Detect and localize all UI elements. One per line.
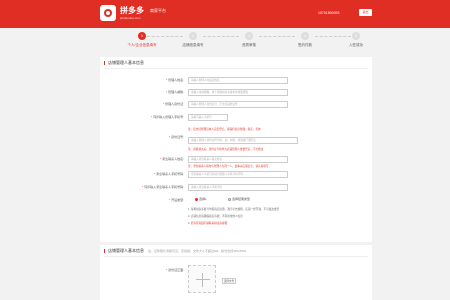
- logout-button[interactable]: 退出: [359, 9, 372, 16]
- emergency-name-input[interactable]: 请输入紧急联系人真实姓名: [188, 156, 288, 163]
- pinduoduo-logo-icon: [100, 5, 116, 21]
- warning-text: 注：仅支持管理员本人实名登记，请保持信息准确、真实，有效: [188, 128, 261, 131]
- notice-item: 3. 若有任何疑问请联系拼多多客服: [188, 222, 228, 225]
- manager-id-input[interactable]: 请输入管理人身份证号，不支持其他证件: [188, 101, 288, 108]
- step-number: 1: [138, 32, 146, 40]
- section-title: 店铺管理人基本信息: [104, 61, 144, 65]
- brand-domain: pinduoduo.com: [120, 16, 141, 20]
- platform-title: 商家平台: [150, 8, 166, 13]
- emergency-phone-label: *紧急联系人手机号码:: [153, 172, 184, 176]
- warning-text: 注：紧急联系人请勿与管理人为同一人，此事关店铺安全，请认真填写: [188, 165, 269, 168]
- emergency-phone-input[interactable]: 紧急联系人手机号码请与管理人手机号码不同: [188, 171, 288, 178]
- step-number: 2: [189, 32, 197, 40]
- mobile-label: *同步输入管理人手机号:: [150, 115, 184, 119]
- radio-dot-icon: [195, 197, 198, 201]
- step-5: 5 入驻成功: [326, 32, 386, 48]
- id-number-label: *管理人身份证:: [162, 102, 184, 106]
- divider: [104, 68, 368, 69]
- email-label: *管理人邮箱:: [165, 90, 184, 94]
- divider: [104, 256, 368, 257]
- step-3: 3 资质审核: [219, 32, 279, 48]
- step-label: 入驻成功: [349, 43, 363, 47]
- type-option-2[interactable]: 选择结果类型: [228, 197, 250, 202]
- step-number: 5: [352, 32, 360, 40]
- id-card-input[interactable]: 请输入管理人身份证件号码，如：护照、香港澳门通行证: [188, 137, 298, 144]
- radio-dot-icon: [228, 197, 231, 201]
- emergency-name-label: *紧急联系人姓名:: [159, 157, 184, 161]
- type-option-1[interactable]: 选择1: [195, 197, 207, 202]
- account-phone: 15701590093: [318, 11, 340, 15]
- section-title: 店铺管理人基本信息 注：证件照片清晰可见，无遮挡，文件大小不超过5M，格式支持JP…: [104, 249, 246, 253]
- section-note: 注：证件照片清晰可见，无遮挡，文件大小不超过5M，格式支持JPG/PNG: [148, 249, 247, 253]
- warning-text: 注：审核通过后，身份证号将作为店铺管理人重要凭证，不可修改: [188, 148, 264, 151]
- emergency-mobile-input[interactable]: 请输入紧急联系人手机号码: [188, 184, 288, 191]
- emergency-mobile-label: *同步输入紧急联系人手机号码:: [141, 185, 184, 189]
- type-label: *开设类型:: [168, 198, 184, 202]
- manager-mobile-input[interactable]: 请填写输入手机号: [188, 114, 228, 121]
- step-label: 店铺信息填写: [182, 43, 204, 47]
- top-bar: 拼多多 pinduoduo.com 商家平台 15701590093 退出: [0, 0, 450, 28]
- id-upload-card: 店铺管理人基本信息 注：证件照片清晰可见，无遮挡，文件大小不超过5M，格式支持JP…: [100, 245, 372, 300]
- step-number: 4: [301, 32, 309, 40]
- id-card-label: *身份证号:: [168, 135, 184, 139]
- upload-label: *身份证正面:: [165, 268, 184, 272]
- name-label: *管理人姓名:: [165, 78, 184, 82]
- brand-name: 拼多多: [120, 6, 144, 15]
- step-2: 2 店铺信息填写: [163, 32, 223, 48]
- choose-file-button[interactable]: 选择文件: [222, 278, 236, 284]
- step-number: 3: [245, 32, 253, 40]
- manager-info-card: 店铺管理人基本信息 *管理人姓名: 请输入管理人的真实姓名 *管理人邮箱: 请输…: [100, 57, 372, 242]
- manager-name-input[interactable]: 请输入管理人的真实姓名: [188, 77, 288, 84]
- step-label: 资质审核: [242, 43, 256, 47]
- manager-email-input[interactable]: 请输入常用邮箱，用于接收拼多多发布的重要通知: [188, 89, 288, 96]
- image-upload-plus-icon[interactable]: [188, 265, 216, 293]
- progress-steps: 1 个人/企业信息填写 2 店铺信息填写 3 资质审核 4 签约付款 5 入驻成…: [100, 28, 372, 54]
- notice-item: 1. 每笔拼多多账号均需真实注册，遵守平台规则，店铺一经开通，不可更改类型: [188, 208, 280, 211]
- notice-item: 2. 店铺信息请确保真实有效，不得冒用他人信息: [188, 215, 243, 218]
